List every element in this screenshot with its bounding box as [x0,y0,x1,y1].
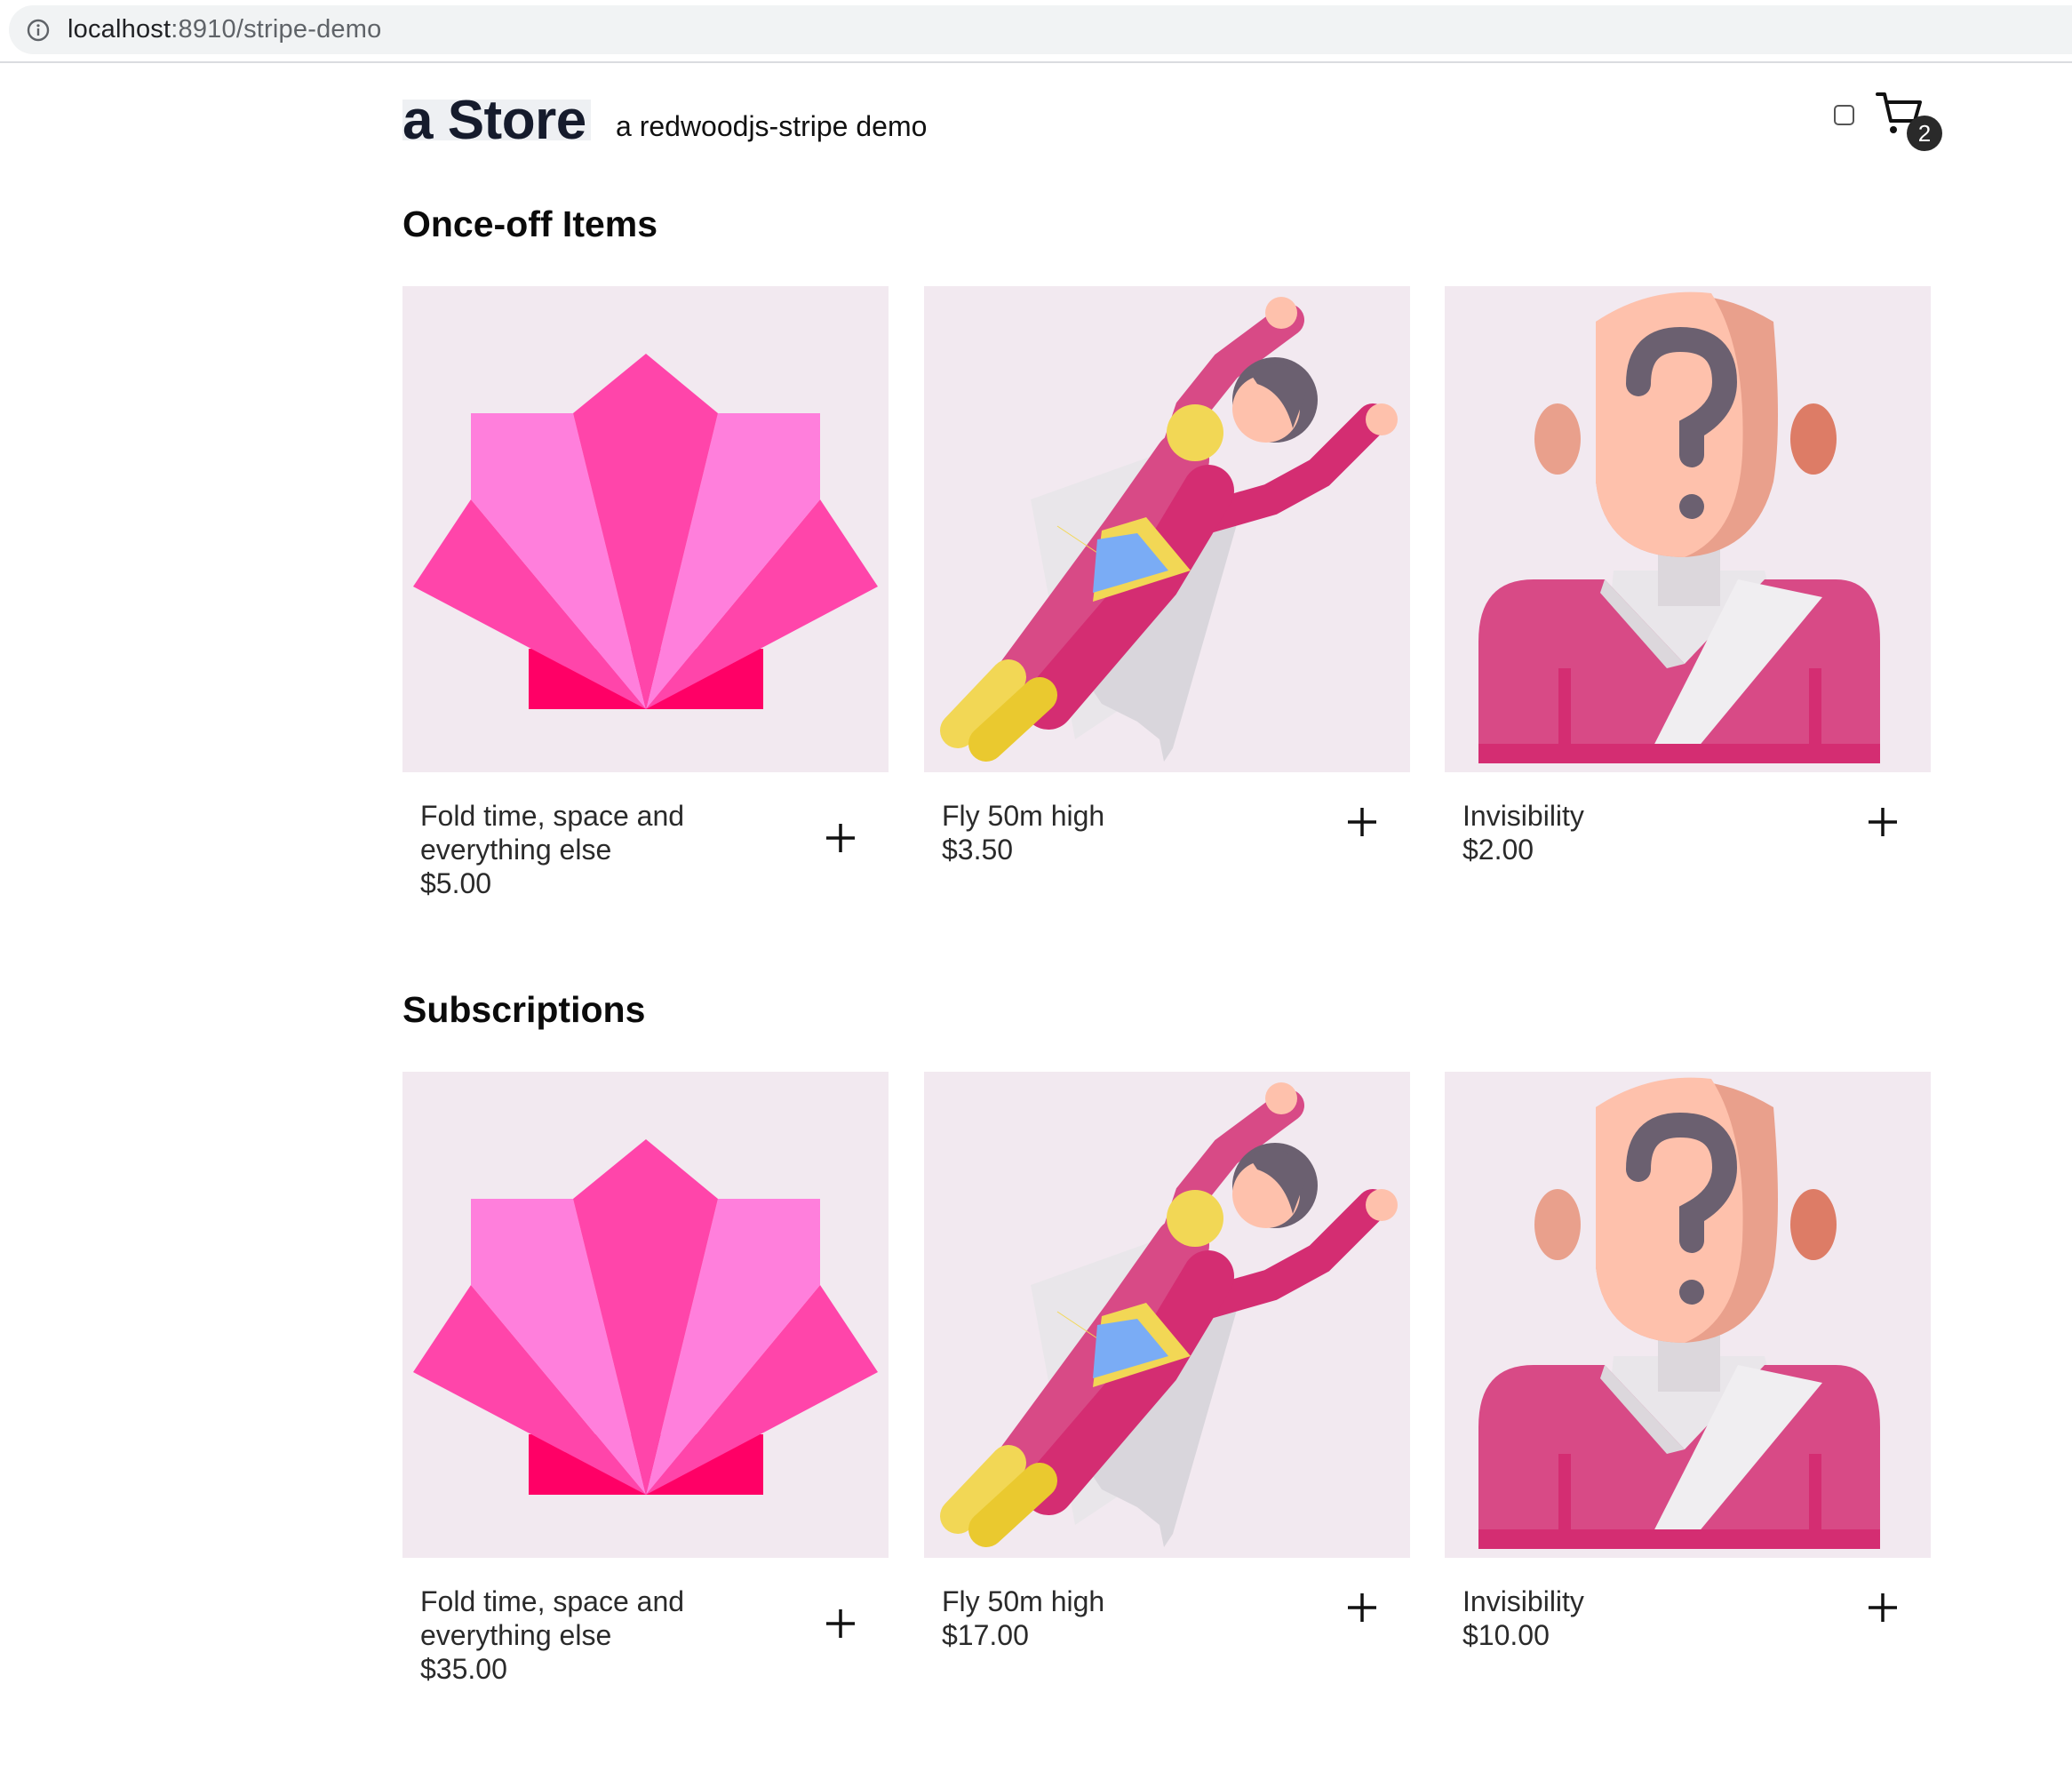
product-info: Fly 50m high $3.50 [924,772,1410,897]
product-info: Fold time, space and everything else $35… [402,1558,889,1685]
mystery-person-icon [1445,286,1931,772]
product-card: Invisibility $2.00 [1445,286,1931,897]
flying-superhero-icon [924,286,1410,772]
add-to-cart-plus-icon[interactable] [1867,806,1899,838]
product-price: $3.50 [942,834,1014,866]
info-icon[interactable] [27,19,50,42]
product-details: Fly 50m high $3.50 [942,799,1333,866]
product-name: Invisibility [1462,800,1584,832]
product-image [402,286,889,772]
product-image [1445,286,1931,772]
product-info: Invisibility $2.00 [1445,772,1931,897]
product-image [1445,1072,1931,1558]
add-to-cart-plus-icon[interactable] [1346,806,1378,838]
section-title-subscriptions: Subscriptions [402,989,646,1030]
add-to-cart-plus-icon[interactable] [1346,1592,1378,1624]
product-price: $5.00 [420,867,492,899]
product-price: $17.00 [942,1619,1029,1651]
product-details: Invisibility $10.00 [1462,1584,1853,1652]
site-header: a Store a redwoodjs-stripe demo 2 [402,64,1942,162]
product-price: $35.00 [420,1653,507,1685]
product-name: Fold time, space and everything else [420,800,685,866]
toolbar-divider [0,61,2072,63]
cart-count-badge: 2 [1907,116,1942,151]
mystery-person-icon [1445,1072,1931,1558]
origami-fan-icon [413,354,878,709]
product-image [924,286,1410,772]
product-name: Fly 50m high [942,800,1105,832]
product-details: Fold time, space and everything else $35… [420,1584,811,1686]
product-card: Fly 50m high $3.50 [924,286,1410,897]
product-details: Fly 50m high $17.00 [942,1584,1333,1652]
product-price: $2.00 [1462,834,1534,866]
url-text: localhost:8910/stripe-demo [68,15,382,44]
product-card: Fly 50m high $17.00 [924,1072,1410,1682]
product-info: Fold time, space and everything else $5.… [402,772,889,900]
theme-toggle-checkbox[interactable] [1834,105,1854,125]
product-card: Invisibility $10.00 [1445,1072,1931,1682]
cart-button[interactable]: 2 [1876,91,1952,158]
product-info: Fly 50m high $17.00 [924,1558,1410,1682]
product-card: Fold time, space and everything else $35… [402,1072,889,1685]
product-image [402,1072,889,1558]
address-bar[interactable]: localhost:8910/stripe-demo [9,5,2072,54]
section-title-once-off: Once-off Items [402,204,658,244]
product-details: Invisibility $2.00 [1462,799,1853,866]
product-name: Invisibility [1462,1585,1584,1617]
origami-fan-icon [413,1139,878,1495]
product-details: Fold time, space and everything else $5.… [420,799,811,900]
product-price: $10.00 [1462,1619,1550,1651]
product-info: Invisibility $10.00 [1445,1558,1931,1682]
product-card: Fold time, space and everything else $5.… [402,286,889,900]
page-container: a Store a redwoodjs-stripe demo 2 Once-o… [402,64,1942,1752]
brand-title[interactable]: a Store [402,89,586,152]
product-name: Fly 50m high [942,1585,1105,1617]
product-image [924,1072,1410,1558]
product-name: Fold time, space and everything else [420,1585,685,1651]
add-to-cart-plus-icon[interactable] [1867,1592,1899,1624]
flying-superhero-icon [924,1072,1410,1558]
brand-tagline: a redwoodjs-stripe demo [616,110,928,142]
add-to-cart-plus-icon[interactable] [825,1608,857,1640]
add-to-cart-plus-icon[interactable] [825,822,857,854]
